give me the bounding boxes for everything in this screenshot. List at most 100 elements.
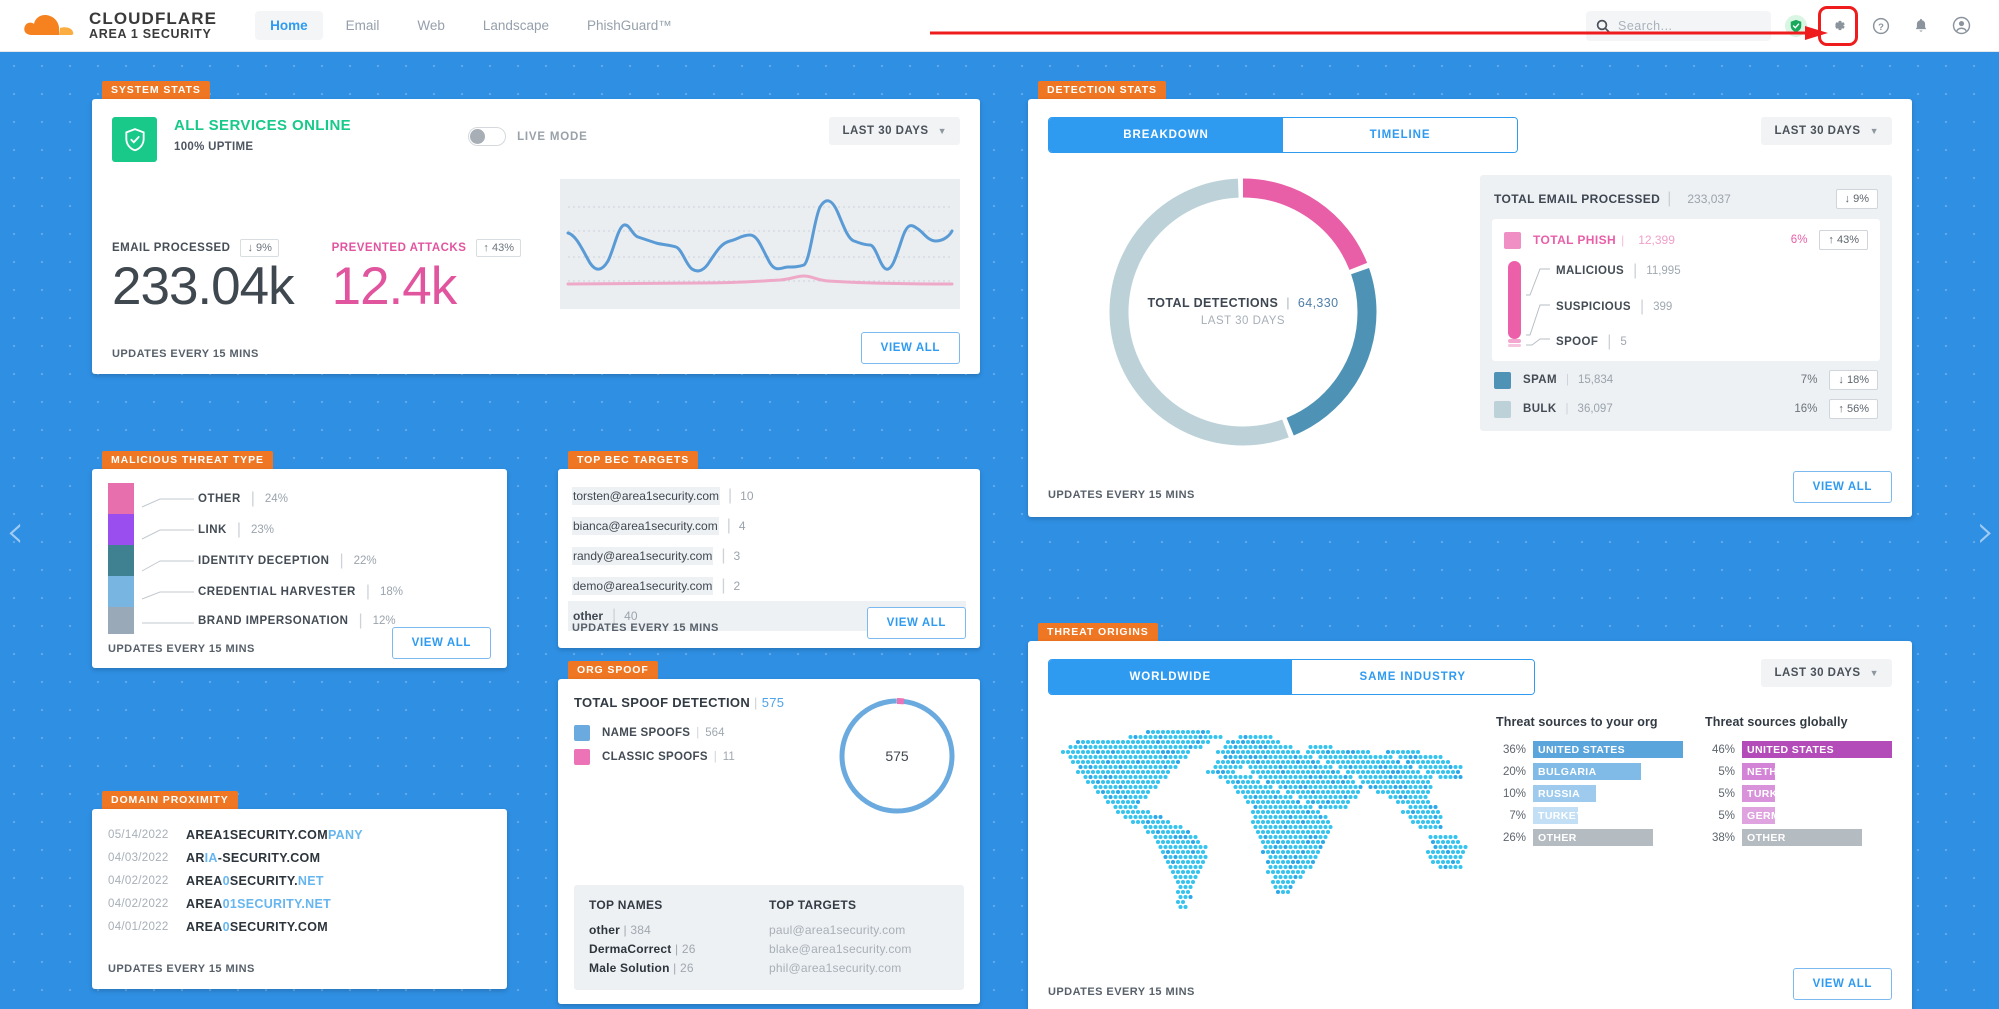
org-pct-3: 10% bbox=[1496, 788, 1526, 800]
bec-count-4: 2 bbox=[734, 579, 741, 593]
annotation-arrow bbox=[930, 26, 1830, 40]
global-pct-5: 38% bbox=[1705, 832, 1735, 844]
malicious-label: MALICIOUS bbox=[1556, 265, 1624, 277]
global-row-2: 5% NETHERLANDS bbox=[1705, 763, 1892, 780]
spoof-label: SPOOF bbox=[1556, 336, 1598, 348]
threat-label-other: OTHER bbox=[198, 493, 241, 505]
name-spoofs-swatch bbox=[574, 725, 590, 741]
bec-row-4[interactable]: demo@area1security.com | 2 bbox=[572, 571, 966, 601]
domain-date-4: 04/02/2022 bbox=[108, 898, 186, 910]
chevron-down-icon: ▼ bbox=[1870, 668, 1879, 678]
bell-icon[interactable] bbox=[1904, 9, 1938, 43]
tab-timeline[interactable]: TIMELINE bbox=[1283, 118, 1517, 152]
domain-row-4[interactable]: 04/02/2022 AREA01SECURITY.NET bbox=[108, 892, 491, 915]
world-dot-map bbox=[1038, 719, 1468, 919]
system-stats-updates-text: UPDATES EVERY 15 MINS bbox=[112, 348, 259, 360]
name-spoofs-value: 564 bbox=[705, 727, 724, 739]
nav-item-landscape[interactable]: Landscape bbox=[468, 11, 564, 40]
org-bar-2: BULGARIA bbox=[1533, 763, 1641, 780]
phish-breakdown-bar bbox=[1508, 261, 1521, 339]
detection-stats-view-all-button[interactable]: VIEW ALL bbox=[1793, 471, 1892, 503]
malicious-row-link[interactable]: LINK | 23% bbox=[198, 514, 491, 545]
tab-worldwide[interactable]: WORLDWIDE bbox=[1049, 660, 1292, 694]
threat-origins-range-dropdown[interactable]: LAST 30 DAYS ▼ bbox=[1761, 659, 1892, 687]
domain-updates-text: UPDATES EVERY 15 MINS bbox=[108, 963, 255, 975]
system-stats-view-all-button[interactable]: VIEW ALL bbox=[861, 332, 960, 364]
chevron-down-icon: ▼ bbox=[1870, 126, 1879, 136]
bec-email-2: bianca@area1security.com bbox=[572, 517, 719, 535]
total-phish-delta: ↑ 43% bbox=[1819, 230, 1868, 250]
panel-tag-domain-proximity: DOMAIN PROXIMITY bbox=[102, 791, 238, 809]
threat-pct-credential-harvester: 18% bbox=[380, 586, 403, 598]
org-row-1: 36% UNITED STATES bbox=[1496, 741, 1683, 758]
global-row-4: 5% GERMANY bbox=[1705, 807, 1892, 824]
domain-row-5[interactable]: 04/01/2022 AREA0SECURITY.COM bbox=[108, 915, 491, 938]
spoof-title-text: TOTAL SPOOF DETECTION bbox=[574, 695, 750, 710]
email-processed-delta: ↓ 9% bbox=[240, 239, 278, 257]
detection-row-spam[interactable]: SPAM | 15,834 7% ↓ 18% bbox=[1492, 361, 1880, 390]
help-icon[interactable]: ? bbox=[1864, 9, 1898, 43]
top-name-row-2: DermaCorrect | 26 bbox=[589, 939, 769, 958]
classic-spoofs-label: CLASSIC SPOOFS bbox=[602, 751, 708, 763]
threat-pct-identity-deception: 22% bbox=[354, 555, 377, 567]
nav-item-email[interactable]: Email bbox=[331, 11, 395, 40]
segment-credential-harvester bbox=[108, 576, 134, 607]
bulk-delta: ↑ 56% bbox=[1829, 399, 1878, 419]
threat-origins-view-all-button[interactable]: VIEW ALL bbox=[1793, 968, 1892, 1000]
malicious-row-credential-harvester[interactable]: CREDENTIAL HARVESTER | 18% bbox=[198, 576, 491, 607]
account-icon[interactable] bbox=[1944, 9, 1978, 43]
bec-row-1[interactable]: torsten@area1security.com | 10 bbox=[572, 481, 966, 511]
panel-top-bec-targets: TOP BEC TARGETS torsten@area1security.co… bbox=[558, 450, 980, 648]
org-pct-2: 20% bbox=[1496, 766, 1526, 778]
prevented-attacks-value: 12.4k bbox=[332, 257, 521, 318]
chevron-down-icon: ▼ bbox=[938, 126, 947, 136]
nav-item-phishguard[interactable]: PhishGuard™ bbox=[572, 11, 687, 40]
org-bar-1: UNITED STATES bbox=[1533, 741, 1683, 758]
global-pct-3: 5% bbox=[1705, 788, 1735, 800]
segment-identity-deception bbox=[108, 545, 134, 576]
threat-pct-other: 24% bbox=[265, 493, 288, 505]
panel-tag-top-bec-targets: TOP BEC TARGETS bbox=[568, 451, 698, 469]
bec-row-3[interactable]: randy@area1security.com | 3 bbox=[572, 541, 966, 571]
threat-label-identity-deception: IDENTITY DECEPTION bbox=[198, 555, 329, 567]
domain-row-1[interactable]: 05/14/2022 AREA1SECURITY.COMPANY bbox=[108, 823, 491, 846]
spam-label: SPAM bbox=[1523, 374, 1557, 386]
panel-system-stats: SYSTEM STATS ALL SERVICES ONLINE 100% UP… bbox=[92, 80, 980, 374]
total-phish-card[interactable]: TOTAL PHISH | 12,399 6% ↑ 43% bbox=[1492, 219, 1880, 361]
detection-stats-tabs: BREAKDOWN TIMELINE bbox=[1048, 117, 1518, 153]
cloudflare-logo[interactable]: CLOUDFLARE AREA 1 SECURITY bbox=[22, 10, 217, 41]
live-mode-toggle[interactable] bbox=[468, 127, 506, 146]
total-phish-label: TOTAL PHISH bbox=[1533, 233, 1616, 247]
segment-other bbox=[108, 483, 134, 514]
org-pct-5: 26% bbox=[1496, 832, 1526, 844]
tab-same-industry[interactable]: SAME INDUSTRY bbox=[1292, 660, 1535, 694]
bec-view-all-button[interactable]: VIEW ALL bbox=[867, 607, 966, 639]
domain-row-3[interactable]: 04/02/2022 AREA0SECURITY.NET bbox=[108, 869, 491, 892]
nav-item-web[interactable]: Web bbox=[402, 11, 460, 40]
threat-label-brand-impersonation: BRAND IMPERSONATION bbox=[198, 615, 348, 627]
nav-item-home[interactable]: Home bbox=[255, 11, 323, 40]
bec-row-2[interactable]: bianca@area1security.com | 4 bbox=[572, 511, 966, 541]
carousel-prev-button[interactable]: ‹ bbox=[6, 508, 24, 554]
total-phish-pct: 6% bbox=[1791, 234, 1808, 246]
detection-stats-range-dropdown[interactable]: LAST 30 DAYS ▼ bbox=[1761, 117, 1892, 145]
domain-row-2[interactable]: 04/03/2022 ARIA-SECURITY.COM bbox=[108, 846, 491, 869]
domain-name-5: AREA0SECURITY.COM bbox=[186, 920, 328, 934]
tab-breakdown[interactable]: BREAKDOWN bbox=[1049, 118, 1283, 152]
panel-tag-org-spoof: ORG SPOOF bbox=[568, 661, 658, 679]
malicious-view-all-button[interactable]: VIEW ALL bbox=[392, 627, 491, 659]
threat-sources-org-header: Threat sources to your org bbox=[1496, 715, 1683, 729]
bulk-pct: 16% bbox=[1794, 403, 1817, 415]
detection-row-bulk[interactable]: BULK | 36,097 16% ↑ 56% bbox=[1492, 390, 1880, 419]
malicious-row-identity-deception[interactable]: IDENTITY DECEPTION | 22% bbox=[198, 545, 491, 576]
org-bar-3: RUSSIA bbox=[1533, 785, 1596, 802]
carousel-next-button[interactable]: › bbox=[1977, 508, 1995, 554]
phish-child-spoof: SPOOF | 5 bbox=[1556, 333, 1627, 351]
system-stats-range-dropdown[interactable]: LAST 30 DAYS ▼ bbox=[829, 117, 960, 145]
bec-count-1: 10 bbox=[740, 489, 753, 503]
panel-tag-malicious-threat-type: MALICIOUS THREAT TYPE bbox=[102, 451, 273, 469]
malicious-row-other[interactable]: OTHER | 24% bbox=[198, 483, 491, 514]
malicious-threat-stacked-bar bbox=[108, 483, 134, 634]
detection-stats-range-value: LAST 30 DAYS bbox=[1774, 125, 1860, 137]
system-stats-range-value: LAST 30 DAYS bbox=[842, 125, 928, 137]
